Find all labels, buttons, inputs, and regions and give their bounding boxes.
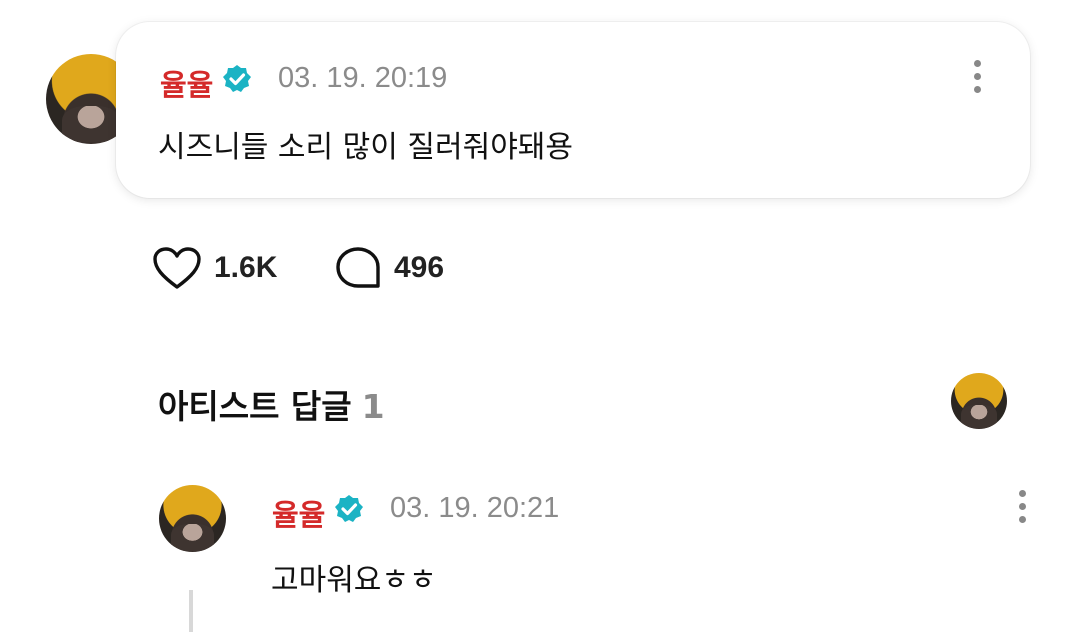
post-timestamp: 03. 19. 20:19 (278, 62, 448, 94)
artist-replies-count: 1 (361, 387, 385, 426)
post-card: 율율 03. 19. 20:19 시즈니들 소리 많이 질러줘야돼용 (116, 22, 1030, 198)
like-count: 1.6K (214, 251, 278, 284)
like-button[interactable]: 1.6K (152, 246, 277, 290)
comment-bubble-icon (336, 247, 380, 288)
artist-replies-title: 아티스트 답글 1 (158, 380, 385, 428)
post-author-name[interactable]: 율율 (160, 62, 213, 104)
reply-text: 고마워요ㅎㅎ (271, 563, 437, 598)
more-vertical-icon[interactable] (1016, 488, 1028, 528)
reply-thread-line (189, 590, 193, 632)
verified-badge-icon (223, 65, 251, 92)
artist-replies-label: 아티스트 답글 (158, 387, 352, 426)
comment-button[interactable]: 496 (334, 246, 444, 290)
reply-author-name[interactable]: 율율 (272, 492, 325, 534)
post-text: 시즈니들 소리 많이 질러줘야돼용 (158, 130, 574, 165)
heart-icon (153, 247, 201, 289)
verified-badge-icon (335, 495, 363, 522)
reply-author-avatar[interactable] (159, 485, 226, 552)
artist-reply-avatar[interactable] (951, 373, 1007, 429)
more-vertical-icon[interactable] (971, 58, 983, 98)
reply-timestamp: 03. 19. 20:21 (390, 492, 560, 524)
comment-count: 496 (394, 251, 445, 284)
